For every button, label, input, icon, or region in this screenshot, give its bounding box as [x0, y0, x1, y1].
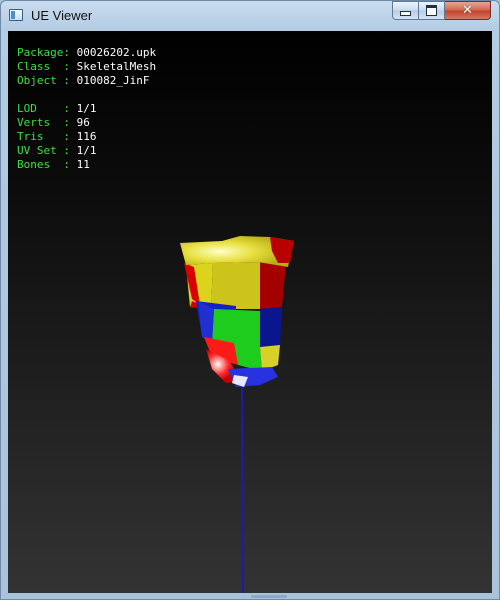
maximize-icon [426, 5, 437, 16]
bone-line [241, 382, 244, 593]
close-button[interactable]: ✕ [445, 1, 491, 20]
app-icon[interactable] [9, 9, 23, 21]
mesh-face [260, 262, 286, 309]
mesh-face [234, 343, 262, 371]
title-bar[interactable]: UE Viewer ✕ [1, 1, 499, 31]
skeletal-mesh-render [180, 236, 294, 593]
minimize-icon [400, 11, 411, 16]
maximize-button[interactable] [419, 1, 445, 20]
resize-grip[interactable] [251, 595, 287, 598]
mesh-face [211, 262, 260, 309]
window-title: UE Viewer [31, 8, 93, 23]
3d-viewport[interactable]: Package: 00026202.upk Class : SkeletalMe… [8, 31, 492, 593]
minimize-button[interactable] [392, 1, 419, 20]
app-window: UE Viewer ✕ Package: 00026202.upk Class … [0, 0, 500, 600]
close-icon: ✕ [462, 3, 473, 18]
mesh-face [260, 307, 282, 347]
